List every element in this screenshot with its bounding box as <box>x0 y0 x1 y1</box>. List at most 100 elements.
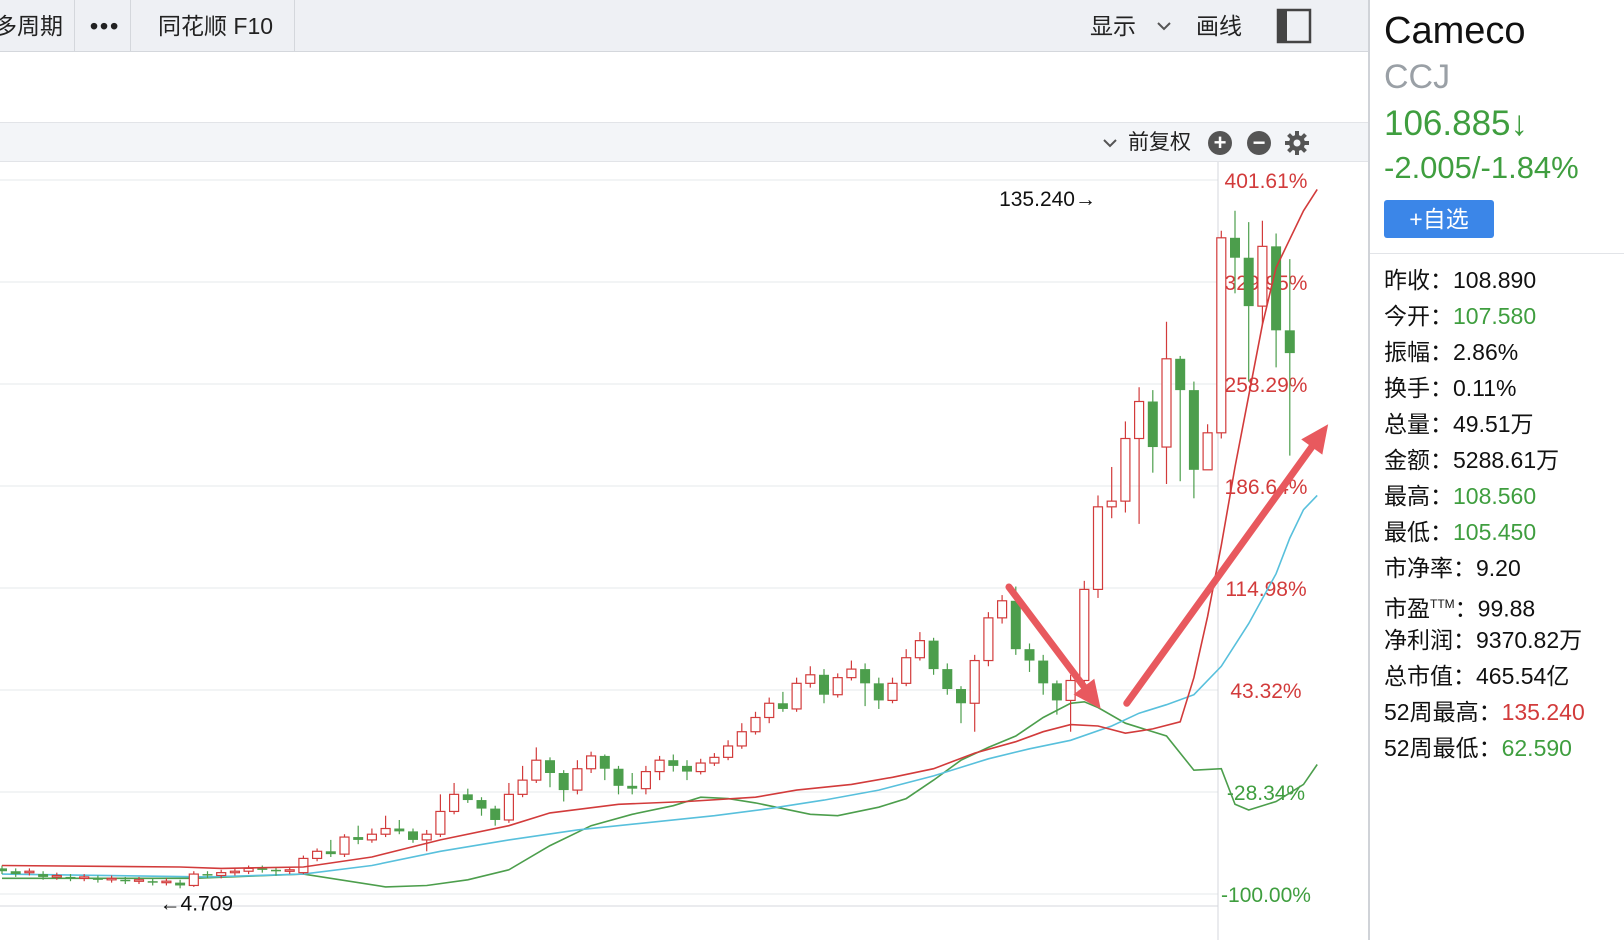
display-menu-button[interactable]: 显示 <box>1090 0 1136 52</box>
candle <box>175 879 186 889</box>
candle-body <box>887 682 898 702</box>
candle <box>722 740 734 761</box>
candle-body <box>805 674 816 684</box>
candle <box>860 663 871 707</box>
candle-body <box>1230 237 1240 258</box>
candle <box>873 677 884 709</box>
candle <box>1133 387 1145 524</box>
candle <box>846 660 857 681</box>
stat-value: 9370.82万 <box>1476 627 1583 653</box>
candle <box>956 686 966 724</box>
y-axis-tick-label: 186.64% <box>1225 476 1308 499</box>
candle-body <box>791 682 802 710</box>
stat-label: 净利润： <box>1384 627 1476 653</box>
candle <box>1147 390 1158 473</box>
candle-body <box>832 677 843 696</box>
candle-body <box>983 617 994 662</box>
candle-body <box>325 851 336 855</box>
candle-body <box>1188 390 1199 470</box>
panel-toggle-icon[interactable] <box>1276 8 1312 44</box>
stat-row: 昨收：108.890 <box>1384 262 1624 298</box>
candle-body <box>0 868 7 872</box>
candle <box>188 871 199 887</box>
candle-body <box>175 882 186 886</box>
candle-body <box>709 756 720 764</box>
candle-body <box>750 716 761 733</box>
candle-body <box>969 659 980 704</box>
candle-body <box>1202 432 1213 471</box>
candle <box>517 765 528 798</box>
stat-row: 市净率：9.20 <box>1384 550 1624 586</box>
stat-label-sup: TTM <box>1430 597 1455 611</box>
stat-row: 52周最高：135.240 <box>1384 694 1624 730</box>
stat-label: 总市值： <box>1384 663 1476 689</box>
candle <box>709 753 720 766</box>
candle <box>1106 466 1117 519</box>
stat-row: 最低：105.450 <box>1384 514 1624 550</box>
min-price-label: ←4.709 <box>160 892 234 915</box>
candle-body <box>1038 660 1049 684</box>
gear-icon[interactable] <box>1284 130 1310 156</box>
more-icon[interactable]: ••• <box>90 0 120 52</box>
candle-body <box>421 833 432 841</box>
candle-body <box>38 874 49 877</box>
candle <box>914 632 926 661</box>
stat-row: 换手：0.11% <box>1384 370 1624 406</box>
candle-body <box>65 876 76 879</box>
chevron-down-icon[interactable] <box>1156 18 1172 34</box>
price-adjust-select[interactable]: 前复权 <box>1128 123 1191 163</box>
candle <box>887 677 898 704</box>
stat-value: 9.20 <box>1476 555 1521 581</box>
multi-period-button[interactable]: 多周期 <box>0 0 63 52</box>
candle <box>435 794 446 838</box>
panel-separator <box>1370 253 1624 254</box>
candle-body <box>846 668 857 679</box>
candle-body <box>873 683 884 701</box>
stat-label: 52周最高： <box>1384 699 1502 725</box>
chart-toolbar: 多周期 ••• 同花顺 F10 显示 画线 <box>0 0 1368 52</box>
candle <box>161 878 172 886</box>
draw-line-button[interactable]: 画线 <box>1196 0 1242 52</box>
stat-value: 135.240 <box>1501 699 1585 725</box>
stat-label: 今开： <box>1384 303 1453 329</box>
stat-value: 105.450 <box>1453 519 1537 545</box>
candle <box>325 839 336 857</box>
candle-body <box>202 874 213 876</box>
stat-label: 最低： <box>1384 519 1453 545</box>
add-watchlist-button[interactable]: +自选 <box>1384 200 1494 238</box>
stat-label: 市盈 <box>1384 595 1430 622</box>
candle <box>490 805 501 826</box>
candle <box>805 666 816 688</box>
stat-label-tail: ： <box>1454 595 1478 622</box>
candle-body <box>380 827 391 835</box>
zoom-out-icon[interactable]: − <box>1247 131 1271 155</box>
toolbar-divider <box>294 0 295 52</box>
candle <box>1079 580 1090 690</box>
zoom-in-icon[interactable]: + <box>1208 131 1232 155</box>
arrow-shaft <box>1123 443 1316 707</box>
candle <box>668 754 679 772</box>
stat-row: 振幅：2.86% <box>1384 334 1624 370</box>
stat-value: 2.86% <box>1453 339 1519 365</box>
candle-body <box>353 837 364 840</box>
candle-body <box>1284 330 1295 354</box>
candle-body <box>188 873 199 887</box>
candle-body <box>24 870 35 874</box>
chevron-down-icon[interactable] <box>1102 135 1118 151</box>
stat-label: 市净率： <box>1384 555 1476 581</box>
candle-body <box>133 879 145 882</box>
candle <box>969 654 980 732</box>
candle-body <box>216 872 227 877</box>
candle <box>1161 321 1172 485</box>
f10-button[interactable]: 同花顺 F10 <box>158 0 273 52</box>
candle <box>0 865 7 875</box>
candle <box>106 875 117 883</box>
candle <box>503 782 514 823</box>
candle-body <box>914 640 926 659</box>
candle <box>147 878 158 886</box>
candle-body <box>956 689 966 704</box>
candle <box>777 691 788 712</box>
candlestick-chart[interactable]: 401.61%329.95%258.29%186.64%114.98%43.32… <box>0 162 1368 940</box>
candle-body <box>942 669 953 690</box>
candle-body <box>599 755 610 769</box>
